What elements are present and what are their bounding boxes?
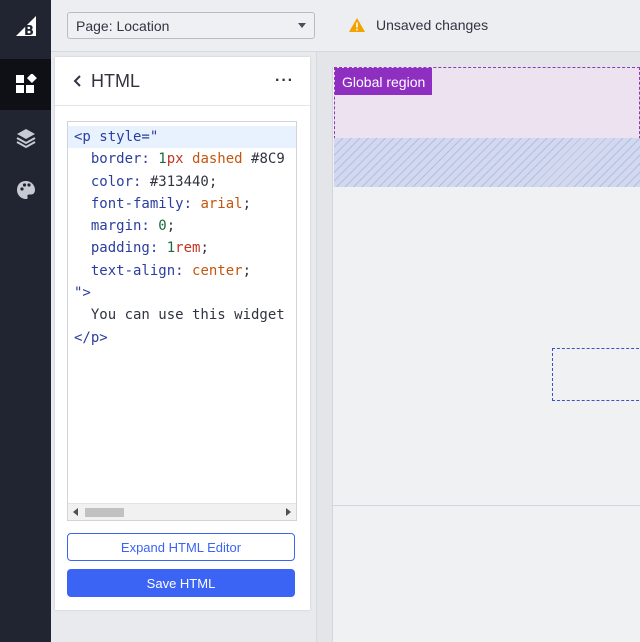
code-token: </p>	[74, 329, 108, 346]
chevron-left-icon	[73, 75, 81, 87]
code-token: rem	[175, 240, 201, 257]
code-line: border: 1px dashed #8C9	[74, 148, 296, 170]
bigcommerce-logo-icon[interactable]: B	[0, 0, 51, 51]
layers-icon[interactable]	[0, 112, 51, 163]
code-token: center	[192, 262, 243, 279]
back-button[interactable]	[73, 74, 83, 88]
code-token: padding:	[74, 240, 167, 257]
palette-icon[interactable]	[0, 164, 51, 215]
left-sidebar: B	[0, 0, 51, 642]
html-widget-outline[interactable]	[552, 348, 640, 401]
svg-text:B: B	[24, 24, 34, 38]
expand-html-editor-button[interactable]: Expand HTML Editor	[67, 533, 295, 561]
code-token: 1	[158, 151, 167, 168]
code-line: font-family: arial;	[74, 195, 252, 212]
warning-icon	[349, 18, 365, 32]
page-select[interactable]: Page: Location	[67, 12, 315, 39]
scroll-right-icon[interactable]	[286, 508, 291, 516]
widgets-icon[interactable]	[0, 59, 51, 110]
code-token: px	[166, 151, 184, 168]
html-widget-panel: HTML ··· <p style=" border: 1px dashed #…	[55, 57, 310, 610]
code-token: #8C9	[242, 151, 285, 168]
page-preview: Global region	[332, 67, 640, 642]
code-line: ">	[74, 282, 296, 304]
html-code-editor[interactable]: <p style=" border: 1px dashed #8C9 color…	[67, 121, 297, 521]
unsaved-label: Unsaved changes	[376, 17, 489, 33]
code-token: <p	[74, 129, 91, 145]
global-region-label: Global region	[335, 68, 433, 95]
widget-drop-zone[interactable]	[334, 138, 640, 187]
chevron-down-icon	[298, 23, 306, 28]
code-line: </p>	[74, 327, 296, 349]
code-token: border:	[74, 151, 159, 168]
code-token: #313440;	[149, 173, 218, 190]
code-line: text-align: center;	[74, 262, 252, 279]
code-token: color:	[74, 173, 150, 190]
code-token: margin:	[74, 218, 159, 235]
code-line: padding: 1rem;	[74, 240, 209, 257]
more-options-icon[interactable]: ···	[275, 72, 294, 90]
code-line: margin: 0;	[74, 218, 176, 235]
scrollbar-thumb[interactable]	[85, 508, 124, 517]
code-token: dashed	[183, 151, 243, 168]
code-token: 1	[166, 240, 176, 257]
code-token: style="	[90, 129, 159, 145]
code-token: text-align:	[74, 262, 193, 279]
code-token: 0	[158, 218, 167, 235]
global-region[interactable]: Global region	[334, 67, 640, 139]
top-bar: Page: Location Unsaved changes	[51, 0, 640, 52]
code-token: font-family:	[74, 195, 201, 212]
page-select-label: Page: Location	[76, 17, 170, 34]
code-line: <p style="	[68, 126, 296, 149]
panel-header: HTML ···	[55, 57, 310, 106]
unsaved-indicator: Unsaved changes	[348, 17, 488, 33]
code-token: ">	[74, 285, 91, 302]
scroll-left-icon[interactable]	[73, 508, 78, 516]
code-token: You can use this widget	[74, 307, 285, 324]
code-line: You can use this widget	[74, 304, 296, 326]
code-content[interactable]: <p style=" border: 1px dashed #8C9 color…	[68, 122, 296, 349]
panel-title: HTML	[91, 70, 140, 91]
region-divider	[333, 505, 640, 506]
page-canvas: Global region	[316, 52, 640, 642]
horizontal-scrollbar[interactable]	[68, 503, 296, 520]
save-html-button[interactable]: Save HTML	[67, 569, 295, 597]
code-line: color: #313440;	[74, 171, 296, 193]
code-token: arial	[200, 195, 243, 212]
